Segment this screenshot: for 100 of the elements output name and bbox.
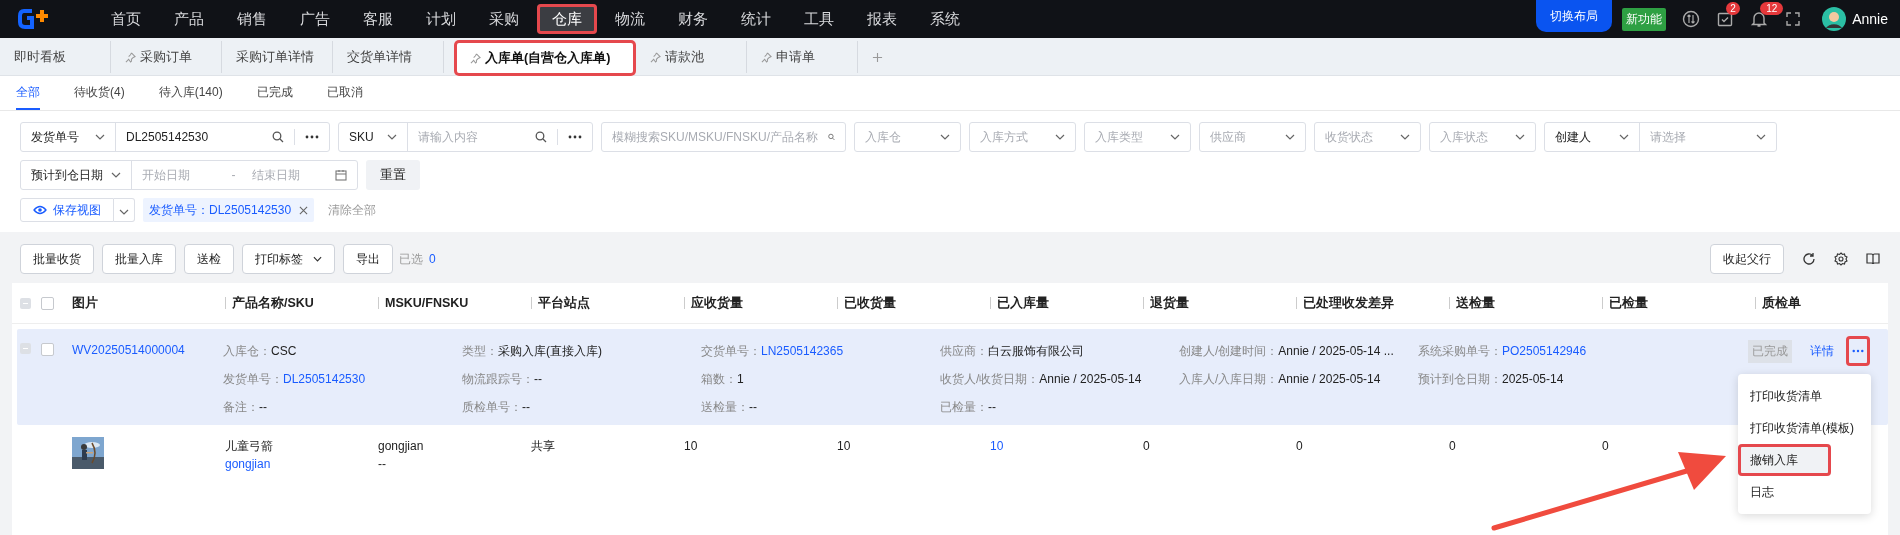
date-range-field[interactable]: 预计到仓日期 开始日期 - 结束日期: [20, 160, 358, 190]
nav-item[interactable]: 产品: [159, 4, 219, 34]
selected-count: 0: [429, 252, 436, 266]
search-icon[interactable]: [272, 131, 284, 143]
column-header: 已入库量: [990, 297, 1143, 309]
save-view-button[interactable]: 保存视图: [20, 198, 114, 222]
status-tab[interactable]: 待收货(4): [74, 76, 125, 110]
chevron-down-icon: [1170, 134, 1180, 140]
column-header: 已检量: [1602, 297, 1755, 309]
field-text: 物流跟踪号：--: [462, 371, 542, 387]
nav-item[interactable]: 工具: [789, 4, 849, 34]
nav-item[interactable]: 物流: [600, 4, 660, 34]
bell-icon[interactable]: [1750, 10, 1769, 28]
switch-layout-button[interactable]: 切换布局: [1536, 0, 1613, 32]
nav-item[interactable]: 仓库: [537, 4, 597, 34]
column-header: 送检量: [1449, 297, 1602, 309]
search-field[interactable]: 发货单号 DL2505142530: [20, 122, 330, 152]
menu-item[interactable]: 撤销入库: [1738, 444, 1831, 476]
field-link[interactable]: LN2505142365: [761, 344, 844, 358]
chevron-down-icon: [95, 134, 105, 140]
sort-icon[interactable]: [1682, 10, 1701, 28]
search-icon[interactable]: [535, 131, 547, 143]
pin-icon[interactable]: [650, 51, 661, 63]
toolbar-button[interactable]: 打印标签: [242, 244, 335, 274]
chevron-down-icon: [1515, 134, 1525, 140]
field-link[interactable]: PO2505142946: [1502, 344, 1587, 358]
toolbar-button[interactable]: 批量收货: [20, 244, 94, 274]
page-tab[interactable]: 申请单: [747, 41, 858, 73]
status-tab[interactable]: 已完成: [256, 76, 293, 110]
quantity-link[interactable]: 10: [990, 439, 1004, 453]
field-label: 交货单号：: [701, 344, 761, 358]
avatar-icon[interactable]: [1822, 7, 1847, 31]
settings-icon[interactable]: [1834, 252, 1848, 266]
status-tab[interactable]: 已取消: [326, 76, 363, 110]
fullscreen-icon[interactable]: [1784, 10, 1803, 28]
chevron-down-icon: [387, 134, 397, 140]
add-tab-icon[interactable]: [872, 52, 883, 63]
column-header: 图片: [72, 297, 99, 309]
menu-item[interactable]: 日志: [1738, 476, 1871, 508]
order-number-link[interactable]: WV20250514000004: [72, 343, 223, 425]
table-cell: 共享: [531, 439, 555, 453]
filter-select[interactable]: 创建人 请选择: [1544, 122, 1777, 152]
status-tab[interactable]: 全部: [16, 76, 40, 110]
column-header: MSKU/FNSKU: [378, 297, 531, 309]
nav-item[interactable]: 财务: [663, 4, 723, 34]
sku-link[interactable]: gongjian: [225, 457, 271, 471]
refresh-icon[interactable]: [1802, 252, 1816, 266]
page-tab[interactable]: 交货单详情: [333, 41, 444, 73]
calendar-icon[interactable]: [335, 169, 347, 181]
field-text: 入库仓：CSC: [223, 343, 297, 359]
nav-item[interactable]: 广告: [285, 4, 345, 34]
field-label: 系统采购单号：: [1418, 344, 1502, 358]
notification-count: 12: [1760, 2, 1784, 15]
nav-item[interactable]: 客服: [348, 4, 408, 34]
pin-icon[interactable]: [125, 51, 136, 63]
page-tab[interactable]: 采购订单详情: [222, 41, 333, 73]
toolbar-button[interactable]: 送检: [184, 244, 234, 274]
task-icon[interactable]: [1716, 10, 1735, 28]
field-text: 已检量：--: [940, 399, 996, 415]
table-cell: 0: [1449, 439, 1456, 453]
page-tab[interactable]: 即时看板: [0, 41, 111, 73]
search-field[interactable]: SKU 请输入内容: [338, 122, 593, 152]
toolbar-button[interactable]: 导出: [343, 244, 393, 274]
book-icon[interactable]: [1866, 252, 1880, 266]
page-tab[interactable]: 入库单(自营仓入库单): [454, 40, 636, 76]
checkbox[interactable]: [41, 296, 54, 310]
chevron-down-icon: [940, 134, 950, 140]
pin-icon[interactable]: [761, 51, 772, 63]
search-icon[interactable]: [828, 131, 835, 143]
field-text: 送检量：--: [701, 399, 757, 415]
nav-item[interactable]: 首页: [96, 4, 156, 34]
nav-item[interactable]: 系统: [915, 4, 975, 34]
page-tab[interactable]: 请款池: [636, 41, 747, 73]
nav-item[interactable]: 采购: [474, 4, 534, 34]
toolbar-button[interactable]: 批量入库: [102, 244, 176, 274]
page-tab[interactable]: 采购订单: [111, 41, 222, 73]
nav-item[interactable]: 计划: [411, 4, 471, 34]
msku-text: gongjian: [378, 438, 425, 455]
column-header: 产品名称/SKU: [225, 297, 378, 309]
table-cell: 0: [1143, 439, 1150, 453]
more-button[interactable]: [1846, 336, 1870, 366]
chevron-down-icon: [1055, 134, 1065, 140]
detail-link[interactable]: 详情: [1810, 343, 1834, 360]
chevron-down-icon: [313, 256, 322, 262]
chevron-down-icon: [111, 172, 121, 178]
field-text: 类型：采购入库(直接入库): [462, 343, 602, 359]
close-icon[interactable]: [299, 205, 309, 215]
nav-item[interactable]: 统计: [726, 4, 786, 34]
nav-item[interactable]: 销售: [222, 4, 282, 34]
status-tab[interactable]: 待入库(140): [158, 76, 223, 110]
field-text: 创建人/创建时间：Annie / 2025-05-14 ...: [1179, 343, 1394, 359]
pin-icon[interactable]: [470, 52, 481, 64]
menu-item[interactable]: 打印收货清单(模板): [1738, 412, 1871, 444]
nav-item[interactable]: 报表: [852, 4, 912, 34]
field-link[interactable]: DL2505142530: [283, 372, 366, 386]
user-name[interactable]: Annie: [1852, 11, 1888, 27]
collapse-rows-button[interactable]: 收起父行: [1710, 244, 1784, 274]
reset-button[interactable]: 重置: [366, 160, 420, 190]
menu-item[interactable]: 打印收货清单: [1738, 380, 1871, 412]
checkbox[interactable]: [41, 343, 54, 356]
